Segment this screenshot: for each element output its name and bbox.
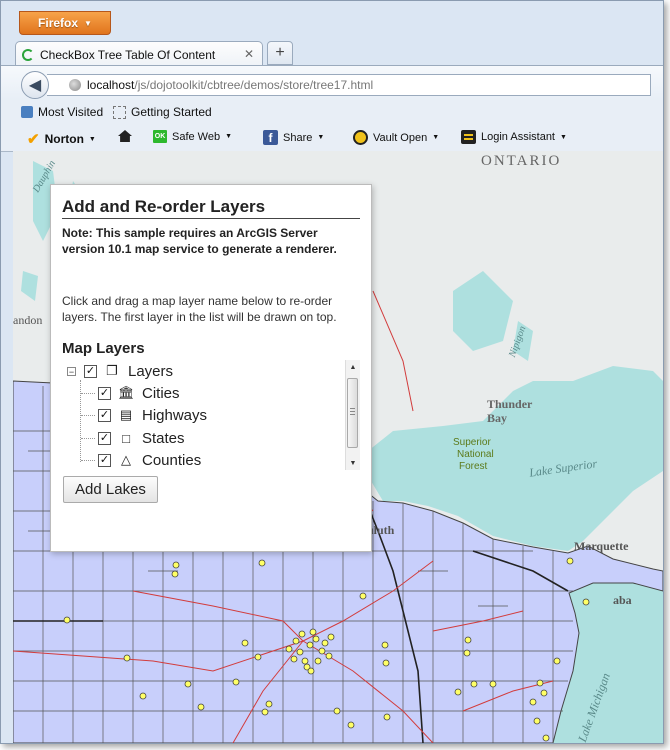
- tree-connector: [81, 415, 95, 416]
- chevron-down-icon: ▼: [84, 18, 92, 28]
- most-visited-icon: [21, 106, 33, 118]
- firefox-menu-button[interactable]: Firefox ▼: [19, 11, 111, 35]
- loading-icon: [22, 48, 34, 61]
- map-label-thunder: Thunder: [487, 397, 533, 411]
- page-icon: [113, 105, 126, 119]
- tree-node-highways[interactable]: ✓ ▤ Highways: [98, 405, 207, 425]
- tab-title: CheckBox Tree Table Of Content: [40, 47, 216, 62]
- back-arrow-icon: ◀: [28, 77, 42, 94]
- tab-strip: CheckBox Tree Table Of Content ✕ +: [1, 35, 663, 67]
- layers-icon: ❐: [106, 363, 118, 378]
- chevron-down-icon: ▼: [225, 133, 233, 140]
- map-label-bay: Bay: [487, 411, 508, 425]
- tree-node-label: Cities: [142, 384, 180, 402]
- counties-checkbox[interactable]: ✓: [98, 453, 111, 467]
- ok-icon: OK: [153, 130, 167, 143]
- map-label-escanaba: aba: [613, 593, 632, 607]
- map-label-marquette: Marquette: [574, 539, 629, 553]
- safe-web-label: Safe Web: [172, 130, 221, 143]
- map-label-national: National: [457, 449, 494, 460]
- triangle-icon: △: [121, 452, 131, 467]
- globe-icon: [69, 79, 81, 91]
- home-icon: [118, 130, 132, 142]
- firefox-menu-label: Firefox: [38, 16, 79, 30]
- tree-node-counties[interactable]: ✓ △ Counties: [98, 450, 201, 470]
- add-lakes-label: Add Lakes: [75, 481, 146, 498]
- tree-connector: [81, 438, 95, 439]
- tree-node-label: Counties: [142, 451, 202, 469]
- norton-check-icon: ✔: [27, 131, 40, 148]
- map-layers-heading: Map Layers: [62, 340, 145, 357]
- scroll-down-icon[interactable]: ▼: [346, 456, 360, 470]
- tree-node-label: Highways: [142, 406, 208, 424]
- chevron-down-icon: ▼: [432, 134, 440, 141]
- bookmarks-toolbar: Most Visited Getting Started: [1, 101, 663, 125]
- panel-title: Add and Re-order Layers: [62, 197, 360, 219]
- login-assistant-icon: [461, 130, 476, 144]
- chevron-down-icon: ▼: [317, 134, 325, 141]
- tree-connector: [81, 460, 95, 461]
- add-lakes-button[interactable]: Add Lakes: [63, 476, 158, 503]
- states-checkbox[interactable]: ✓: [98, 431, 111, 445]
- norton-brand: Norton: [44, 132, 84, 146]
- highways-checkbox[interactable]: ✓: [98, 408, 111, 422]
- url-path: /js/dojotoolkit/cbtree/demos/store/tree1…: [134, 78, 374, 92]
- layer-tree[interactable]: − ✓ ❐ Layers ✓ 🏛 Cities ✓ ▤ Highways ✓ □…: [62, 360, 360, 470]
- home-button[interactable]: [118, 130, 132, 142]
- tree-scrollbar[interactable]: ▲ ▼: [345, 360, 360, 470]
- tree-node-label: States: [142, 429, 185, 447]
- collapse-icon[interactable]: −: [67, 366, 76, 376]
- layers-checkbox[interactable]: ✓: [84, 364, 97, 378]
- chevron-down-icon: ▼: [560, 133, 567, 141]
- vault-label: Vault Open: [373, 131, 428, 144]
- tab-active[interactable]: CheckBox Tree Table Of Content ✕: [15, 41, 263, 67]
- bookmark-most-visited[interactable]: Most Visited: [21, 105, 103, 119]
- browser-window: Firefox ▼ CheckBox Tree Table Of Content…: [0, 0, 664, 744]
- cities-checkbox[interactable]: ✓: [98, 386, 111, 400]
- plus-icon: +: [275, 44, 285, 61]
- panel-note: Note: This sample requires an ArcGIS Ser…: [62, 226, 337, 256]
- scroll-thumb[interactable]: [347, 378, 358, 448]
- bookmark-getting-started[interactable]: Getting Started: [113, 105, 212, 119]
- building-icon: 🏛: [118, 385, 135, 400]
- url-bar[interactable]: localhost/js/dojotoolkit/cbtree/demos/st…: [47, 74, 651, 96]
- tree-node-label: Layers: [128, 362, 174, 380]
- chevron-down-icon: ▼: [88, 135, 96, 143]
- tree-node-states[interactable]: ✓ □ States: [98, 428, 185, 448]
- share-label: Share: [283, 131, 313, 144]
- scroll-up-icon[interactable]: ▲: [346, 360, 360, 374]
- layers-panel: Add and Re-order Layers Note: This sampl…: [50, 184, 372, 552]
- norton-toolbar: ✔ Norton ▼ OK Safe Web ▼ f Share ▼ Vault…: [1, 125, 663, 152]
- close-tab-icon[interactable]: ✕: [244, 47, 254, 61]
- tree-connector: [81, 393, 95, 394]
- bookmark-label: Getting Started: [131, 105, 212, 119]
- map-label-forest: Forest: [459, 461, 488, 472]
- vault-menu[interactable]: Vault Open ▼: [353, 130, 439, 145]
- map-label-brandon: andon: [13, 313, 43, 327]
- map-label-superior-forest: Superior: [453, 437, 491, 448]
- safe-web-menu[interactable]: OK Safe Web ▼: [153, 130, 232, 143]
- square-icon: □: [122, 430, 130, 446]
- new-tab-button[interactable]: +: [267, 41, 293, 65]
- url-host: localhost: [87, 78, 135, 92]
- tree-node-layers[interactable]: − ✓ ❐ Layers: [67, 361, 173, 381]
- navigation-bar: localhost/js/dojotoolkit/cbtree/demos/st…: [1, 65, 663, 102]
- map-label-ontario: ONTARIO: [481, 153, 562, 169]
- tree-node-cities[interactable]: ✓ 🏛 Cities: [98, 383, 180, 403]
- share-menu[interactable]: f Share ▼: [263, 130, 324, 145]
- facebook-icon: f: [263, 130, 278, 145]
- bookmark-label: Most Visited: [38, 105, 104, 119]
- panel-instructions: Click and drag a map layer name below to…: [62, 294, 337, 324]
- login-assistant-menu[interactable]: Login Assistant ▼: [461, 130, 567, 144]
- login-assistant-label: Login Assistant: [481, 131, 555, 143]
- bus-icon: ▤: [119, 407, 133, 422]
- norton-menu[interactable]: ✔ Norton ▼: [27, 130, 96, 148]
- vault-icon: [353, 130, 368, 145]
- back-button[interactable]: ◀: [21, 71, 49, 99]
